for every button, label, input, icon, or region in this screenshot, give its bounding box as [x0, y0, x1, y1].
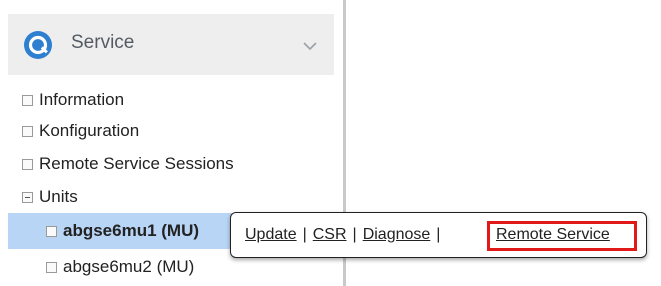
tree-item-label: Remote Service Sessions	[39, 154, 234, 173]
popup-links: Update | CSR | Diagnose |	[245, 226, 446, 244]
highlight-box	[487, 221, 637, 251]
tree-item-label: Units	[39, 187, 78, 206]
tree-item-unit-abgse6mu1[interactable]: abgse6mu1 (MU)	[46, 217, 199, 245]
tree-item-label: abgse6mu2 (MU)	[63, 257, 195, 276]
service-header[interactable]: Service	[8, 14, 334, 75]
tree-node-icon	[46, 225, 57, 237]
csr-link[interactable]: CSR	[313, 226, 347, 244]
link-separator: |	[352, 226, 357, 243]
tree-item-label: Konfiguration	[39, 121, 140, 140]
unit-actions-popup: Update | CSR | Diagnose | Remote Service	[230, 212, 647, 258]
link-separator: |	[302, 226, 307, 243]
tree-item-label: Information	[39, 90, 125, 109]
tree-item-information[interactable]: Information	[22, 86, 124, 114]
tree-item-unit-abgse6mu2[interactable]: abgse6mu2 (MU)	[46, 253, 194, 281]
tree-item-konfiguration[interactable]: Konfiguration	[22, 117, 139, 145]
chevron-down-icon[interactable]	[298, 34, 322, 58]
tree-node-icon	[22, 158, 33, 170]
collapse-icon[interactable]	[22, 191, 33, 203]
tree-node-icon	[22, 94, 33, 106]
tree-item-label: abgse6mu1 (MU)	[63, 221, 200, 240]
tree-item-remote-service-sessions[interactable]: Remote Service Sessions	[22, 150, 234, 178]
tree-node-icon	[46, 261, 57, 273]
diagnose-link[interactable]: Diagnose	[363, 226, 431, 244]
tree-node-icon	[22, 125, 33, 137]
update-link[interactable]: Update	[245, 226, 297, 244]
service-icon	[24, 31, 52, 59]
link-separator: |	[436, 226, 441, 243]
service-header-title: Service	[71, 32, 135, 53]
tree-item-units[interactable]: Units	[22, 183, 78, 211]
